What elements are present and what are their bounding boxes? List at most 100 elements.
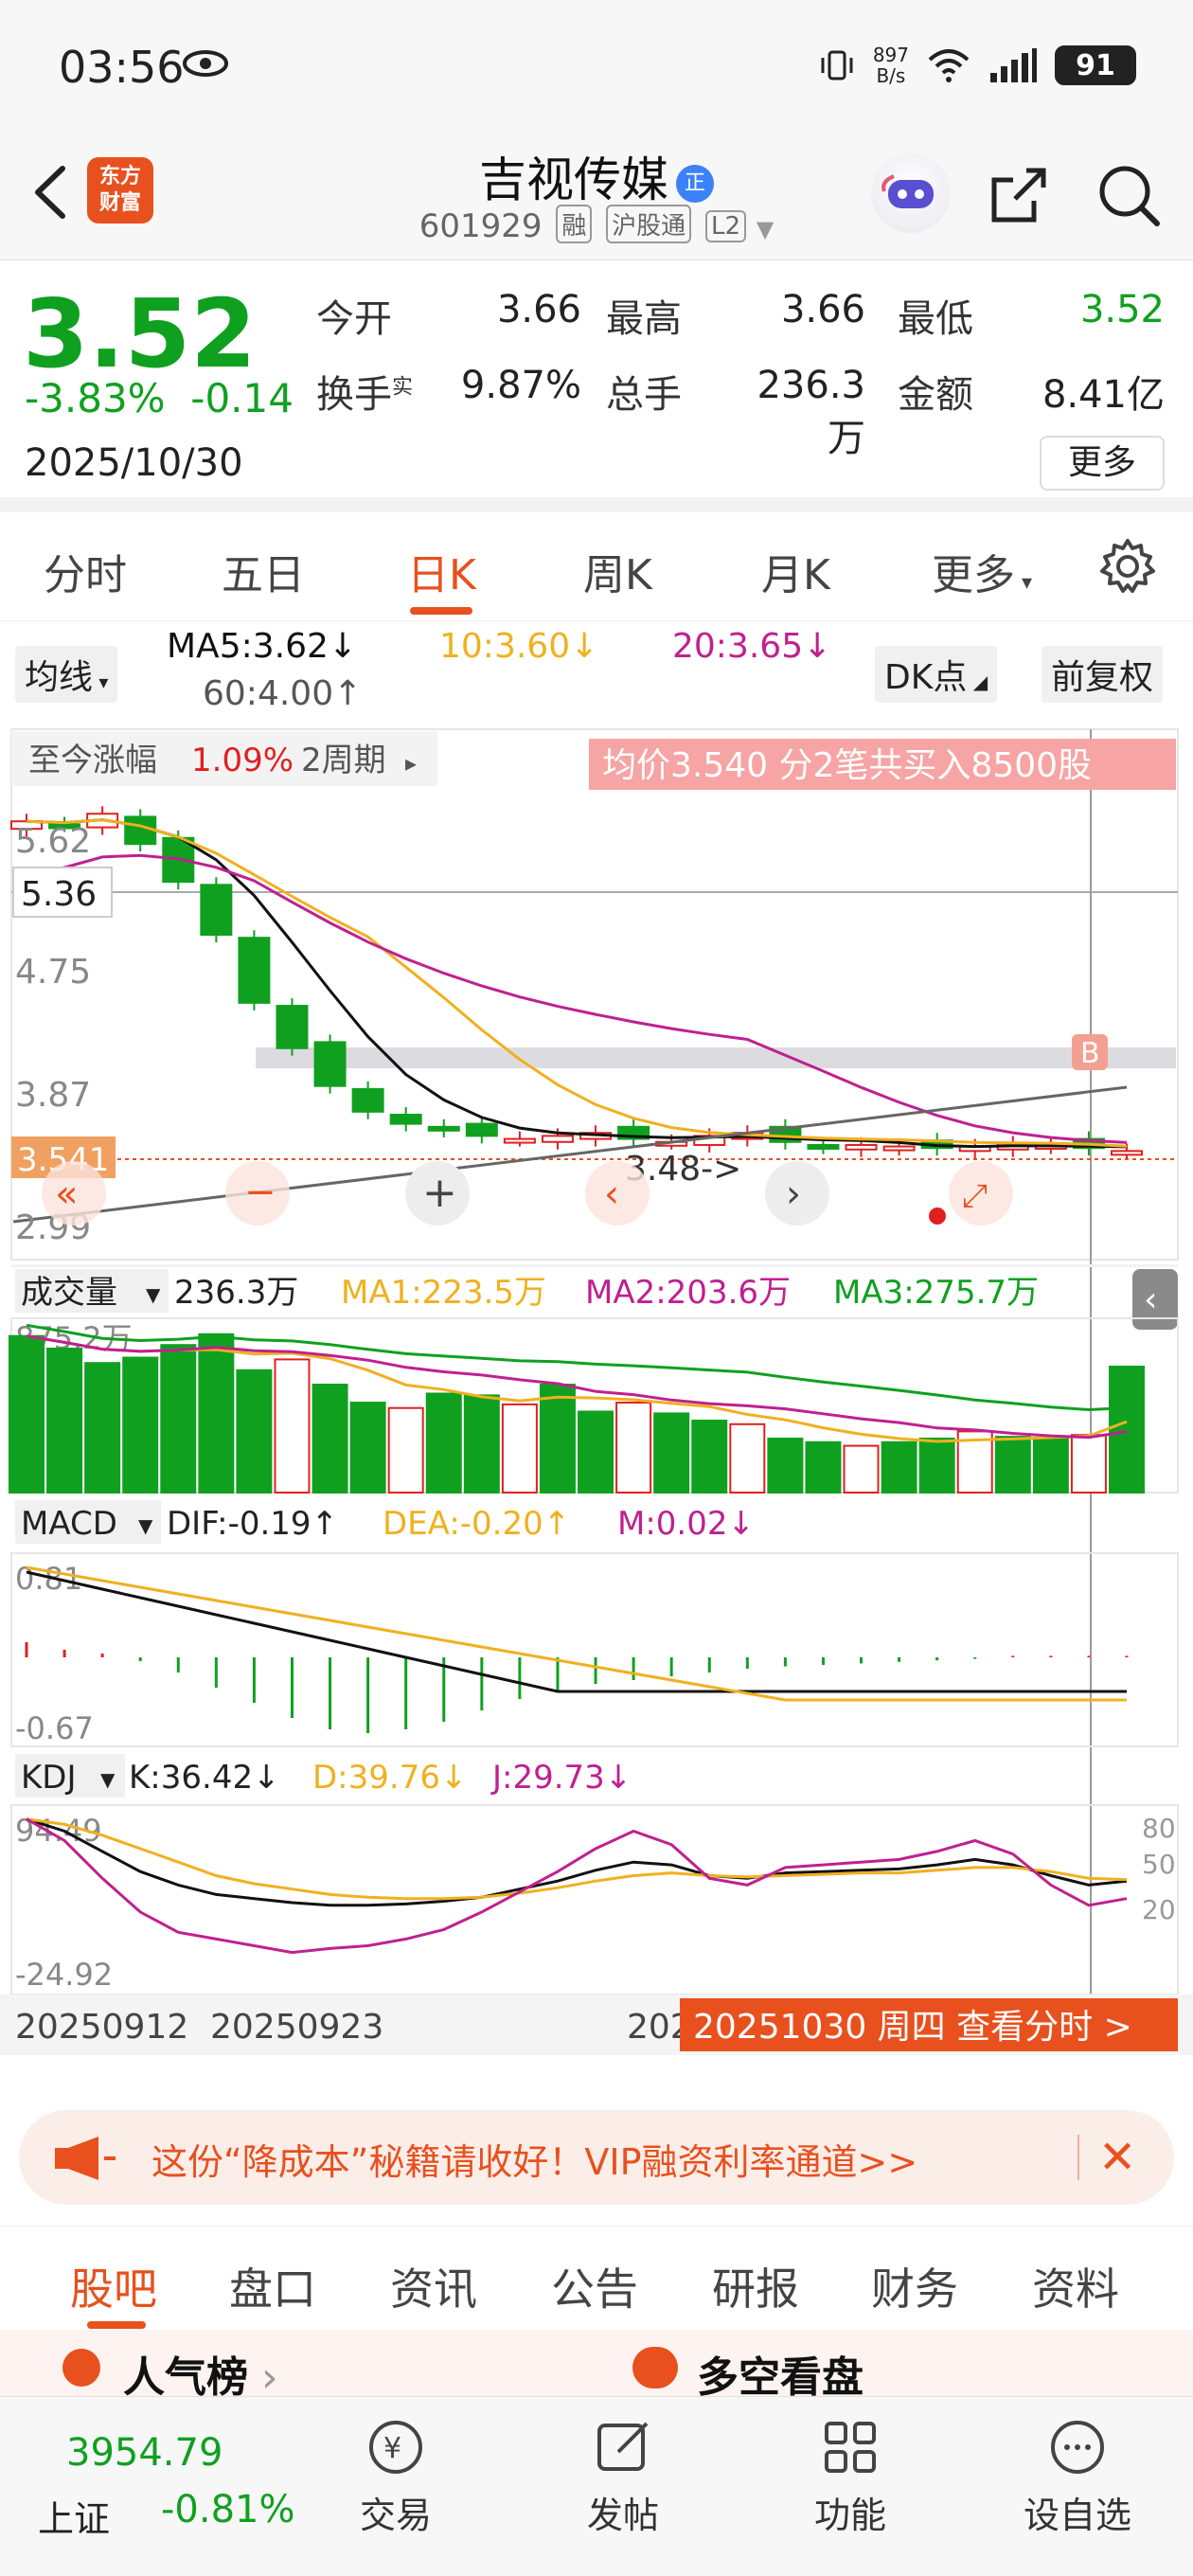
kdj-ref-20: 20 [1142,1894,1176,1925]
index-change[interactable]: -0.81% [161,2488,295,2531]
vol-ma1: MA1:223.5万 [341,1274,546,1312]
share-icon[interactable] [981,157,1057,233]
price-change: -3.83% -0.14 [25,375,294,421]
close-icon[interactable]: ✕ [1098,2131,1136,2184]
zoom-out-button[interactable]: − [225,1161,290,1225]
volume-value: 236.3万 [757,364,865,460]
tab-intraday[interactable]: 分时 [44,541,127,601]
content-peek: 人气榜 › 多空看盘 [0,2330,1193,2402]
volume-bar [463,1394,500,1494]
adjust-select[interactable]: 前复权 [1042,646,1164,703]
nav-functions[interactable]: 功能 [775,2414,926,2538]
macd-select-label: MACD [21,1505,117,1543]
tab-finance[interactable]: 财务 [871,2255,958,2317]
tab-news[interactable]: 资讯 [390,2255,477,2317]
tab-guba[interactable]: 股吧 [70,2255,157,2317]
grid-icon [825,2422,876,2473]
scroll-right-button[interactable]: › [765,1161,829,1225]
ma-legend: 均线 ▾ MA5:3.62↓ 10:3.60↓ 20:3.65↓ 60:4.00… [0,625,1193,720]
low-label: 最低 [898,297,973,341]
volume-bar [767,1438,804,1494]
low-value: 3.52 [1079,288,1165,331]
vol-ma2: MA2:203.6万 [585,1274,791,1312]
turnover-label: 换手实 [316,373,414,417]
volume-bars [9,1333,1145,1494]
dk-select[interactable]: DK点 ◢ [875,646,998,703]
candle-body [845,1143,878,1151]
ma60-label: 60:4.00↑ [203,674,363,713]
index-name[interactable]: 上证 [38,2490,110,2542]
tab-orderbook[interactable]: 盘口 [229,2255,316,2317]
candle-body [238,937,271,1004]
macd-dea-line [26,1565,1127,1702]
y-label-high: 5.62 [15,822,91,861]
tab-announcements[interactable]: 公告 [551,2255,638,2317]
volume-bar [578,1410,614,1494]
svg-text:«: « [55,1172,78,1216]
volume-bar [198,1333,235,1494]
promo-banner[interactable]: 这份“降成本”秘籍请收好！VIP融资利率通道>> ✕ [19,2110,1174,2205]
status-bar: 03:56 897 B/s 91 [0,0,1193,133]
tab-five-day[interactable]: 五日 [222,541,305,601]
volume-bar [236,1368,273,1494]
nav-post[interactable]: 发帖 [547,2414,699,2538]
volume-bar [1070,1434,1107,1494]
tab-monthly-k[interactable]: 月K [761,541,830,601]
tab-profile[interactable]: 资料 [1032,2255,1119,2317]
buy-note: 均价3.540 分2笔共买入8500股 [602,746,1092,785]
open-value: 3.66 [496,288,581,331]
volume-bar [349,1402,386,1494]
tab-weekly-k[interactable]: 周K [583,541,652,601]
index-value[interactable]: 3954.79 [66,2431,223,2475]
volume-bar [274,1358,311,1494]
high-value: 3.66 [780,288,865,331]
period-tabs: 分时 五日 日K 周K 月K 更多 ▾ [0,512,1193,621]
svg-text:‹: ‹ [604,1172,619,1216]
promo-text: 这份“降成本”秘籍请收好！VIP融资利率通道>> [151,2141,918,2183]
svg-text:¥: ¥ [383,2432,401,2465]
info-tabs: 股吧 盘口 资讯 公告 研报 财务 资料 [0,2226,1193,2330]
vibrate-icon [821,50,853,80]
search-icon[interactable] [1091,157,1166,233]
zoom-in-button[interactable]: + [405,1161,470,1225]
gear-icon[interactable] [1098,537,1157,596]
scroll-left-button[interactable]: ‹ [585,1161,650,1225]
candle-body [882,1145,916,1152]
chevron-down-icon: ▼ [100,1768,116,1791]
indicator-select[interactable]: 均线 ▾ [15,646,118,703]
active-tab-indicator [410,607,472,615]
kline-chart-area[interactable]: 至今涨幅 1.09% 2周期 ▸ 均价3.540 分2笔共买入8500股 5.6… [0,720,1193,2093]
candle-body [465,1122,498,1137]
kline-chart[interactable]: 至今涨幅 1.09% 2周期 ▸ 均价3.540 分2笔共买入8500股 5.6… [0,720,1193,2093]
kdj-j: J:29.73↓ [490,1759,632,1797]
volume-divider [11,1264,1178,1267]
amount-value: 8.41亿 [1042,373,1165,417]
x-label-0: 20250912 [15,2008,188,2047]
bull-bear-icon [632,2347,678,2388]
volume-bar [539,1384,576,1494]
macd-panel-frame [10,1552,1179,1747]
trade-icon: ¥ [369,2421,422,2474]
assistant-robot-icon[interactable] [871,153,951,233]
svg-text:−: − [244,1171,276,1214]
popularity-rank[interactable]: 人气榜 › [123,2343,278,2404]
tab-daily-k[interactable]: 日K [407,541,476,601]
more-button[interactable]: 更多 [1040,436,1165,491]
tab-research[interactable]: 研报 [712,2255,799,2317]
volume-bar [729,1422,766,1494]
y-label-2: 4.75 [15,953,91,992]
eye-icon [183,50,228,77]
nav-add-watchlist[interactable]: 设自选 [1002,2414,1153,2538]
candle-body [807,1143,840,1150]
kdj-min-label: -24.92 [15,1957,113,1993]
scroll-left-fast-button[interactable]: « [42,1161,106,1225]
bull-bear-view[interactable]: 多空看盘 [697,2343,864,2404]
svg-text:›: › [786,1172,801,1216]
chevron-down-icon: ▼ [138,1514,153,1537]
bottom-nav: 3954.79 上证 -0.81% ¥ 交易 发帖 功能 设自选 [0,2396,1193,2576]
fullscreen-button[interactable]: ⤢ [949,1161,1013,1225]
tab-more[interactable]: 更多 ▾ [932,541,1032,601]
chevron-right-icon: ▸ [405,750,417,777]
macd-dif-line [26,1570,1127,1693]
nav-trade[interactable]: ¥ 交易 [320,2414,472,2538]
